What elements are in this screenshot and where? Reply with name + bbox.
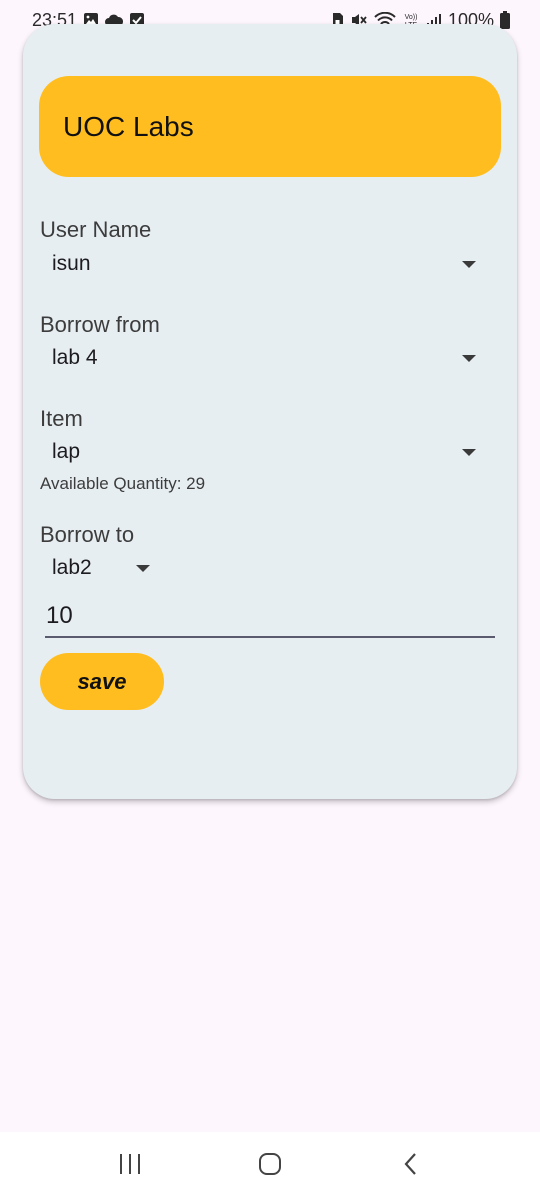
borrow-from-dropdown[interactable]: lab 4 [40,338,486,378]
dropdown-arrow-icon [462,448,476,456]
back-button[interactable] [380,1141,440,1191]
home-button[interactable] [240,1141,300,1191]
quantity-input[interactable] [46,602,495,630]
recents-icon [118,1153,142,1180]
user-name-dropdown[interactable]: isun [40,244,486,284]
borrow-to-dropdown[interactable]: lab2 [40,548,160,588]
quantity-field[interactable] [45,596,495,638]
item-dropdown[interactable]: lap [40,432,486,472]
battery-icon [500,11,510,29]
save-button[interactable]: save [40,653,164,710]
dropdown-arrow-icon [136,564,150,572]
back-icon [402,1152,418,1181]
home-icon [258,1152,282,1181]
app-header: UOC Labs [39,76,501,177]
user-name-label: User Name [40,217,152,242]
system-nav-bar [0,1132,540,1200]
available-quantity: Available Quantity: 29 [40,474,206,493]
borrow-to-label: Borrow to [40,522,135,547]
dropdown-arrow-icon [462,354,476,362]
recents-button[interactable] [100,1141,160,1191]
app-title: UOC Labs [63,110,194,142]
borrow-form-card: UOC Labs User Name isun Borrow from lab … [23,24,517,799]
borrow-to-value: lab2 [52,556,92,579]
dropdown-arrow-icon [462,260,476,268]
borrow-from-label: Borrow from [40,312,160,337]
user-name-value: isun [52,252,91,275]
svg-text:Vo)): Vo)) [405,14,418,21]
borrow-from-value: lab 4 [52,346,98,369]
item-label: Item [40,406,83,431]
item-value: lap [52,440,81,463]
